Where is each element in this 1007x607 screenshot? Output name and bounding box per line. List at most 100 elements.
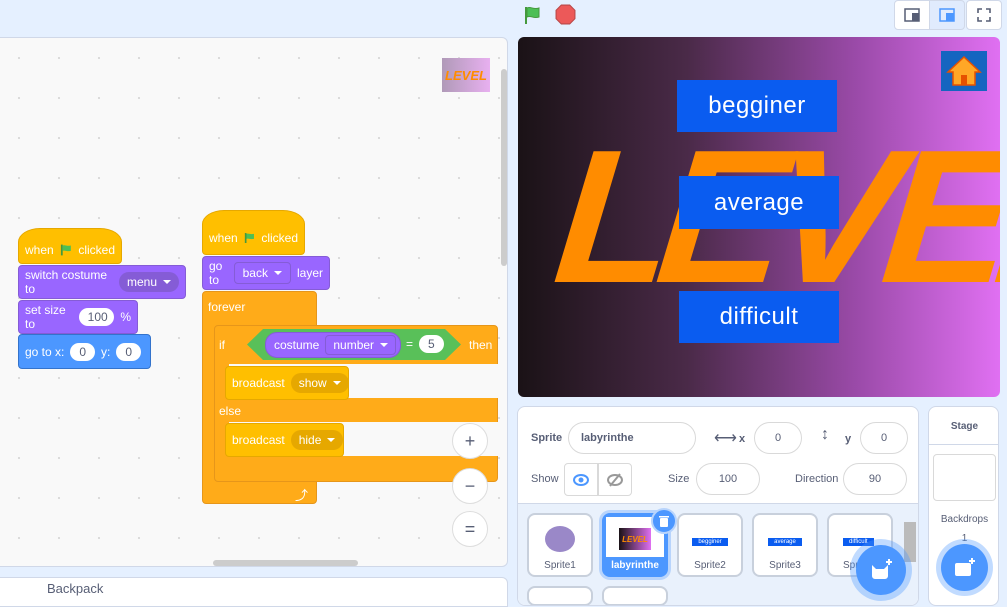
sprite-tile[interactable]	[602, 586, 668, 605]
dropdown-value: back	[242, 266, 268, 280]
when-flag-clicked-block[interactable]: when clicked	[202, 210, 305, 255]
sprite-tile[interactable]: begginer Sprite2	[677, 513, 743, 577]
eye-hidden-icon	[607, 472, 623, 487]
divider	[929, 444, 998, 445]
labyrinthe-thumbnail: LEVEL	[619, 528, 651, 550]
cat-plus-icon	[872, 559, 892, 579]
backdrop-plus-icon	[954, 557, 975, 576]
when-flag-clicked-block[interactable]: when clicked	[18, 228, 122, 264]
x-input[interactable]: 0	[754, 422, 802, 454]
choose-backdrop-button[interactable]	[941, 544, 988, 591]
compare-input[interactable]: 5	[419, 335, 444, 353]
dropdown-arrow-icon	[380, 343, 389, 347]
x-arrows-icon: ⟷	[714, 430, 737, 447]
stage-canvas[interactable]: LEVEL begginer average difficult	[518, 37, 1000, 397]
backpack[interactable]: Backpack	[0, 577, 508, 607]
begginer-button[interactable]: begginer	[677, 80, 837, 132]
normal-stage-button[interactable]	[929, 0, 965, 30]
normal-stage-icon	[939, 8, 955, 22]
direction-input[interactable]: 90	[843, 463, 907, 495]
costume-dropdown[interactable]: menu	[118, 272, 179, 292]
go-to-layer-block[interactable]: go to back layer	[202, 256, 330, 290]
zoom-in-button[interactable]: +	[452, 423, 488, 459]
stage-thumbnail[interactable]	[933, 454, 996, 501]
forever-label: forever	[208, 300, 246, 314]
stop-button[interactable]	[555, 4, 576, 28]
broadcast-show-block[interactable]: broadcast show	[225, 366, 349, 400]
choose-sprite-button[interactable]	[856, 545, 906, 595]
zoom-in-icon: +	[464, 430, 476, 451]
sprite4-thumbnail: difficult	[843, 538, 874, 546]
sprite1-thumbnail	[545, 526, 575, 552]
x-input[interactable]: 0	[70, 342, 96, 361]
dropdown-value: hide	[298, 433, 322, 447]
difficult-button[interactable]: difficult	[679, 291, 839, 343]
code-area[interactable]: LEVEL when clicked switch costume to men…	[0, 37, 508, 567]
sprite-watermark: LEVEL	[442, 58, 490, 92]
sprite-label: Sprite	[531, 432, 563, 444]
sprite-tile[interactable]: Sprite1	[527, 513, 593, 577]
home-button[interactable]	[941, 51, 987, 91]
zoom-out-button[interactable]: −	[452, 468, 488, 504]
fullscreen-button[interactable]	[966, 0, 1002, 30]
show-hidden-button[interactable]	[598, 463, 632, 496]
go-to-xy-block[interactable]: go to x: 0 y: 0	[18, 334, 151, 369]
dropdown-arrow-icon	[327, 438, 336, 442]
vertical-scrollbar[interactable]	[501, 69, 507, 266]
watermark-text: LEVEL	[445, 67, 487, 83]
sprite2-thumbnail: begginer	[692, 538, 728, 546]
green-flag-icon	[244, 232, 254, 243]
small-stage-button[interactable]	[894, 0, 930, 30]
size-input[interactable]: 100	[78, 308, 115, 326]
stage-panel[interactable]: Stage Backdrops 1	[928, 406, 999, 606]
sprite-list-scrollbar[interactable]	[904, 522, 916, 562]
message-dropdown[interactable]: show	[290, 373, 349, 393]
sprite-name: Sprite3	[769, 560, 801, 571]
fullscreen-icon	[977, 8, 991, 22]
y-input[interactable]: 0	[860, 422, 908, 454]
costume-reporter[interactable]: costume number	[265, 332, 402, 358]
loop-arrow-icon: ⤴	[295, 488, 309, 503]
if-label: if	[219, 338, 225, 352]
block-text: when	[25, 243, 54, 257]
sprite3-thumbnail: average	[768, 538, 802, 546]
block-text: go to	[209, 259, 223, 287]
small-stage-icon	[904, 8, 920, 22]
block-text: broadcast	[232, 376, 285, 390]
equals-sign: =	[406, 337, 414, 351]
horizontal-scrollbar[interactable]	[213, 560, 358, 566]
block-text: clicked	[78, 243, 115, 257]
block-text: layer	[296, 266, 323, 280]
zoom-reset-icon: =	[464, 518, 476, 539]
sprite-list: Sprite1 LEVEL labyrinthe begginer Sprite2…	[518, 503, 918, 605]
y-label: y	[845, 433, 852, 445]
size-input[interactable]: 100	[696, 463, 760, 495]
broadcast-hide-block[interactable]: broadcast hide	[225, 423, 344, 457]
dropdown-arrow-icon	[273, 271, 282, 275]
show-visible-button[interactable]	[564, 463, 598, 496]
delete-sprite-button[interactable]	[651, 508, 677, 534]
backdrops-label: Backdrops	[940, 514, 989, 525]
layer-dropdown[interactable]: back	[233, 262, 291, 284]
sprite-name: labyrinthe	[611, 560, 659, 571]
costume-property-dropdown[interactable]: number	[325, 335, 397, 355]
message-dropdown[interactable]: hide	[290, 430, 344, 450]
dropdown-value: menu	[126, 275, 157, 289]
dropdown-arrow-icon	[163, 280, 171, 284]
sprite-tile[interactable]: average Sprite3	[752, 513, 818, 577]
block-text: costume	[274, 338, 320, 352]
y-input[interactable]: 0	[116, 342, 142, 361]
block-text: switch costume to	[25, 268, 108, 296]
sprite-tile[interactable]	[527, 586, 593, 605]
sprite-info-panel: Sprite labyrinthe ⟷ x 0 ↕ y 0 Show Size …	[517, 406, 919, 606]
switch-costume-block[interactable]: switch costume to menu	[18, 265, 186, 299]
dropdown-value: number	[333, 338, 375, 352]
y-arrows-icon: ↕	[821, 426, 829, 443]
block-text: %	[120, 310, 131, 324]
sprite-name-input[interactable]: labyrinthe	[568, 422, 696, 454]
zoom-reset-button[interactable]: =	[452, 511, 488, 547]
x-label: x	[739, 433, 746, 445]
set-size-block[interactable]: set size to 100 %	[18, 300, 138, 334]
average-button[interactable]: average	[679, 176, 839, 229]
green-flag-button[interactable]	[522, 4, 544, 29]
